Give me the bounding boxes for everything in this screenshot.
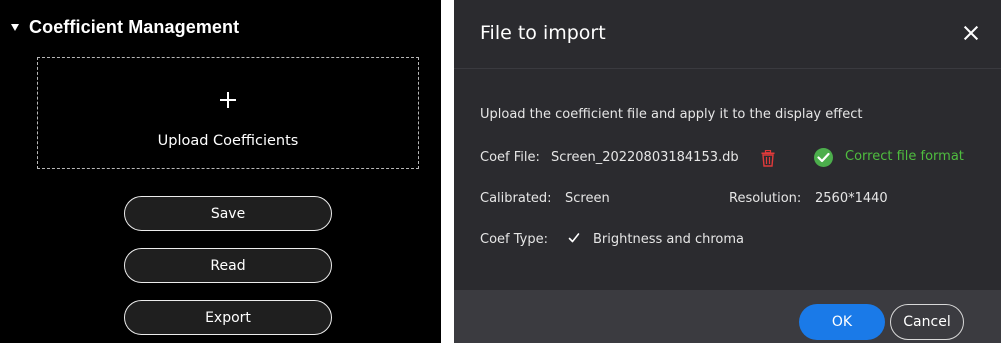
panel-title: Coefficient Management [29,16,240,37]
upload-coefficients-label: Upload Coefficients [157,133,299,149]
coefficient-management-panel: Coefficient Management Upload Coefficien… [0,0,441,343]
panel-header[interactable]: Coefficient Management [11,14,239,40]
trash-icon[interactable] [761,150,775,167]
resolution-value: 2560*1440 [815,191,888,206]
check-icon [568,233,580,243]
read-button[interactable]: Read [124,248,332,283]
calibrated-label: Calibrated: [480,191,552,206]
screenshot-divider [441,0,454,343]
resolution-label: Resolution: [729,191,802,206]
file-import-dialog: File to import Upload the coefficient fi… [454,0,1001,343]
dialog-header: File to import [454,0,1001,69]
caret-down-icon[interactable] [11,23,19,31]
coef-type-label: Coef Type: [480,232,548,247]
dialog-description: Upload the coefficient file and apply it… [480,107,863,122]
file-status-text: Correct file format [845,149,964,164]
ok-button[interactable]: OK [799,304,885,340]
coef-file-name: Screen_20220803184153.db [551,150,739,165]
dialog-title: File to import [480,22,606,44]
coef-type-value: Brightness and chroma [593,232,744,247]
export-button[interactable]: Export [124,300,332,335]
check-circle-icon [814,148,833,167]
dialog-footer: OK Cancel [454,290,1001,343]
coef-file-label: Coef File: [480,150,540,165]
close-icon[interactable] [964,26,978,40]
save-button[interactable]: Save [124,196,332,231]
calibrated-value: Screen [565,191,610,206]
cancel-button[interactable]: Cancel [890,304,964,340]
upload-coefficients-dropzone[interactable]: Upload Coefficients [37,57,419,169]
plus-icon [220,92,236,108]
